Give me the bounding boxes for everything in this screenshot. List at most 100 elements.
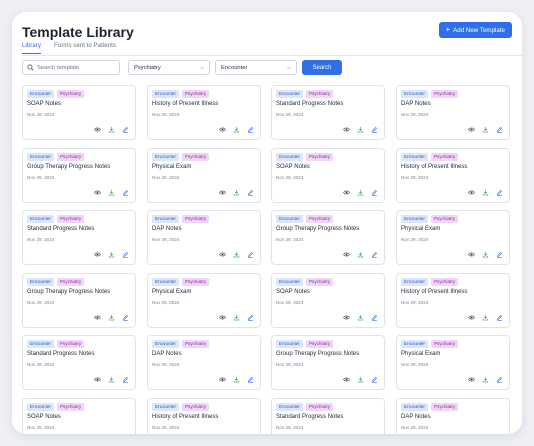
eye-icon[interactable] xyxy=(219,376,226,383)
eye-icon[interactable] xyxy=(94,376,101,383)
eye-icon[interactable] xyxy=(343,189,350,196)
tab-library[interactable]: Library xyxy=(22,42,41,54)
template-title: Physical Exam xyxy=(152,164,192,170)
template-card[interactable]: Encounter Psychiatry Standard Progress Not… xyxy=(22,335,136,390)
download-icon[interactable] xyxy=(108,376,115,383)
edit-icon[interactable] xyxy=(371,314,378,321)
eye-icon[interactable] xyxy=(468,251,475,258)
edit-icon[interactable] xyxy=(371,376,378,383)
tag-list: Encounter Psychiatry xyxy=(401,403,459,411)
type-select[interactable]: Encounter ⌵ xyxy=(215,60,297,75)
eye-icon[interactable] xyxy=(219,251,226,258)
add-new-template-button[interactable]: + Add New Template xyxy=(438,22,512,38)
edit-icon[interactable] xyxy=(247,314,254,321)
edit-icon[interactable] xyxy=(247,251,254,258)
search-input[interactable] xyxy=(37,64,117,71)
edit-icon[interactable] xyxy=(247,126,254,133)
eye-icon[interactable] xyxy=(219,189,226,196)
template-card[interactable]: Encounter Psychiatry History of Present Il… xyxy=(396,273,510,328)
template-date: Nov 29, 2024 xyxy=(27,237,55,242)
eye-icon[interactable] xyxy=(219,314,226,321)
template-card[interactable]: Encounter Psychiatry Physical Exam Nov 29, … xyxy=(147,273,261,328)
eye-icon[interactable] xyxy=(94,189,101,196)
edit-icon[interactable] xyxy=(122,376,129,383)
download-icon[interactable] xyxy=(482,314,489,321)
template-card[interactable]: Encounter Psychiatry Physical Exam Nov 29, … xyxy=(147,148,261,203)
template-card[interactable]: Encounter Psychiatry Standard Progress Not… xyxy=(22,210,136,265)
template-title: Physical Exam xyxy=(152,289,192,295)
download-icon[interactable] xyxy=(108,189,115,196)
template-card[interactable]: Encounter Psychiatry SOAP Notes Nov 29, 202… xyxy=(271,273,385,328)
download-icon[interactable] xyxy=(482,189,489,196)
eye-icon[interactable] xyxy=(94,251,101,258)
template-card[interactable]: Encounter Psychiatry Standard Progress Not… xyxy=(271,398,385,434)
encounter-tag: Encounter xyxy=(401,340,428,348)
psychiatry-tag: Psychiatry xyxy=(181,403,210,411)
psychiatry-tag: Psychiatry xyxy=(56,340,85,348)
template-card[interactable]: Encounter Psychiatry DAP Notes Nov 29, 2024 xyxy=(396,85,510,140)
edit-icon[interactable] xyxy=(371,189,378,196)
eye-icon[interactable] xyxy=(219,126,226,133)
eye-icon[interactable] xyxy=(343,376,350,383)
edit-icon[interactable] xyxy=(247,376,254,383)
eye-icon[interactable] xyxy=(343,251,350,258)
download-icon[interactable] xyxy=(108,126,115,133)
eye-icon[interactable] xyxy=(94,126,101,133)
edit-icon[interactable] xyxy=(122,314,129,321)
edit-icon[interactable] xyxy=(371,126,378,133)
download-icon[interactable] xyxy=(233,189,240,196)
edit-icon[interactable] xyxy=(496,126,503,133)
template-card[interactable]: Encounter Psychiatry Physical Exam Nov 29, … xyxy=(396,335,510,390)
eye-icon[interactable] xyxy=(94,314,101,321)
download-icon[interactable] xyxy=(233,251,240,258)
template-card[interactable]: Encounter Psychiatry Group Therapy Progres… xyxy=(271,210,385,265)
download-icon[interactable] xyxy=(357,126,364,133)
template-card[interactable]: Encounter Psychiatry Group Therapy Progres… xyxy=(22,148,136,203)
download-icon[interactable] xyxy=(482,126,489,133)
edit-icon[interactable] xyxy=(496,376,503,383)
eye-icon[interactable] xyxy=(468,314,475,321)
download-icon[interactable] xyxy=(108,314,115,321)
template-card[interactable]: Encounter Psychiatry DAP Notes Nov 29, 2024 xyxy=(396,398,510,434)
edit-icon[interactable] xyxy=(122,251,129,258)
encounter-tag: Encounter xyxy=(401,278,428,286)
download-icon[interactable] xyxy=(357,376,364,383)
download-icon[interactable] xyxy=(233,376,240,383)
template-card[interactable]: Encounter Psychiatry Physical Exam Nov 29, … xyxy=(396,210,510,265)
template-card[interactable]: Encounter Psychiatry DAP Notes Nov 29, 2024 xyxy=(147,210,261,265)
eye-icon[interactable] xyxy=(343,126,350,133)
template-card[interactable]: Encounter Psychiatry History of Present Il… xyxy=(147,398,261,434)
template-card[interactable]: Encounter Psychiatry Group Therapy Progres… xyxy=(271,335,385,390)
download-icon[interactable] xyxy=(357,251,364,258)
download-icon[interactable] xyxy=(357,189,364,196)
download-icon[interactable] xyxy=(482,251,489,258)
edit-icon[interactable] xyxy=(496,189,503,196)
specialty-select[interactable]: Psychiatry ⌵ xyxy=(128,60,210,75)
eye-icon[interactable] xyxy=(468,189,475,196)
eye-icon[interactable] xyxy=(343,314,350,321)
template-card[interactable]: Encounter Psychiatry SOAP Notes Nov 29, 202… xyxy=(271,148,385,203)
encounter-tag: Encounter xyxy=(276,215,303,223)
template-card[interactable]: Encounter Psychiatry Group Therapy Progres… xyxy=(22,273,136,328)
template-card[interactable]: Encounter Psychiatry SOAP Notes Nov 29, 202… xyxy=(22,398,136,434)
edit-icon[interactable] xyxy=(496,251,503,258)
download-icon[interactable] xyxy=(357,314,364,321)
download-icon[interactable] xyxy=(482,376,489,383)
download-icon[interactable] xyxy=(108,251,115,258)
edit-icon[interactable] xyxy=(247,189,254,196)
tab-forms-sent-to-patients[interactable]: Forms sent to Patients xyxy=(54,42,116,53)
template-card[interactable]: Encounter Psychiatry Standard Progress Not… xyxy=(271,85,385,140)
search-button[interactable]: Search xyxy=(302,60,342,75)
template-card[interactable]: Encounter Psychiatry History of Present Il… xyxy=(147,85,261,140)
edit-icon[interactable] xyxy=(122,126,129,133)
eye-icon[interactable] xyxy=(468,126,475,133)
edit-icon[interactable] xyxy=(496,314,503,321)
template-card[interactable]: Encounter Psychiatry SOAP Notes Nov 29, 202… xyxy=(22,85,136,140)
template-card[interactable]: Encounter Psychiatry DAP Notes Nov 29, 2024 xyxy=(147,335,261,390)
edit-icon[interactable] xyxy=(371,251,378,258)
template-card[interactable]: Encounter Psychiatry History of Present Il… xyxy=(396,148,510,203)
eye-icon[interactable] xyxy=(468,376,475,383)
edit-icon[interactable] xyxy=(122,189,129,196)
download-icon[interactable] xyxy=(233,314,240,321)
download-icon[interactable] xyxy=(233,126,240,133)
